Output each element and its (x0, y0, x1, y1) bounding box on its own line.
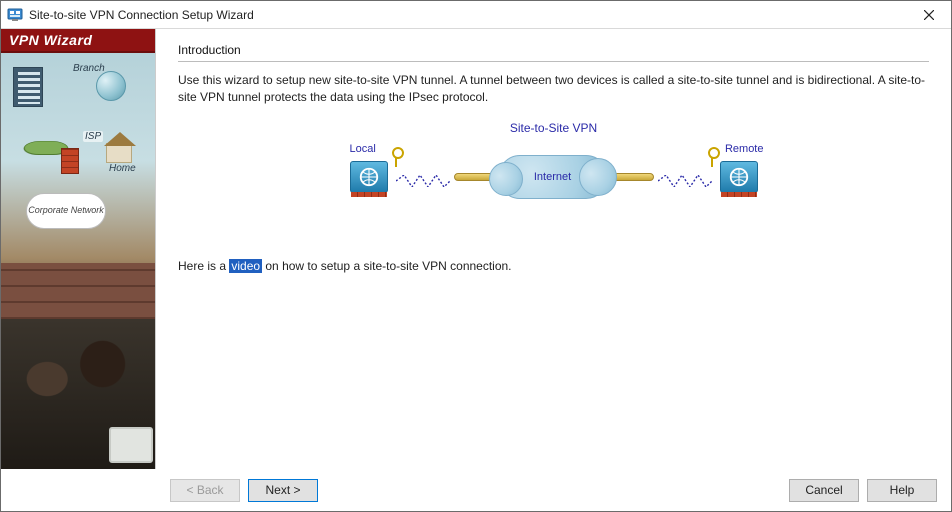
footer: < Back Next > Cancel Help (1, 469, 951, 511)
app-icon (7, 7, 23, 23)
globe-icon (96, 71, 126, 101)
vpn-diagram: Site-to-Site VPN Local Internet Remote (344, 125, 764, 215)
video-line-suffix: on how to setup a site-to-site VPN conne… (262, 259, 511, 273)
sidebar: VPN Wizard Branch ISP Home Corporate Net… (1, 29, 156, 469)
building-icon (13, 67, 43, 107)
body: VPN Wizard Branch ISP Home Corporate Net… (1, 29, 951, 469)
encrypted-line-icon (658, 175, 712, 187)
sidebar-header: VPN Wizard (1, 29, 155, 53)
sidebar-label-isp: ISP (83, 131, 103, 142)
wizard-window: Site-to-site VPN Connection Setup Wizard… (0, 0, 952, 512)
diagram-label-remote: Remote (725, 143, 764, 155)
section-title: Introduction (178, 43, 929, 62)
key-icon (708, 147, 716, 165)
video-line-prefix: Here is a (178, 259, 229, 273)
sidebar-label-branch: Branch (73, 63, 105, 74)
firewall-icon (61, 148, 79, 174)
internet-cloud-icon: Internet (498, 155, 608, 199)
back-button: < Back (170, 479, 240, 502)
local-device-icon (350, 161, 388, 193)
sidebar-illustration: Branch ISP Home Corporate Network (1, 53, 155, 469)
video-link[interactable]: video (229, 259, 262, 273)
house-icon (106, 143, 132, 163)
close-icon (924, 10, 934, 20)
encrypted-line-icon (396, 175, 450, 187)
sidebar-label-home: Home (109, 163, 136, 174)
monitor-illustration (109, 427, 153, 463)
main-panel: Introduction Use this wizard to setup ne… (156, 29, 951, 469)
diagram-title: Site-to-Site VPN (344, 121, 764, 135)
diagram-label-internet: Internet (534, 171, 571, 183)
intro-text: Use this wizard to setup new site-to-sit… (178, 72, 929, 107)
remote-device-icon (720, 161, 758, 193)
help-button[interactable]: Help (867, 479, 937, 502)
close-button[interactable] (906, 1, 951, 29)
cancel-button[interactable]: Cancel (789, 479, 859, 502)
window-title: Site-to-site VPN Connection Setup Wizard (29, 8, 906, 22)
titlebar: Site-to-site VPN Connection Setup Wizard (1, 1, 951, 29)
diagram-label-local: Local (350, 143, 376, 155)
key-icon (392, 147, 400, 165)
sidebar-label-corporate: Corporate Network (28, 206, 104, 216)
next-button[interactable]: Next > (248, 479, 318, 502)
video-help-line: Here is a video on how to setup a site-t… (178, 259, 929, 273)
sidebar-cloud: Corporate Network (26, 193, 106, 229)
